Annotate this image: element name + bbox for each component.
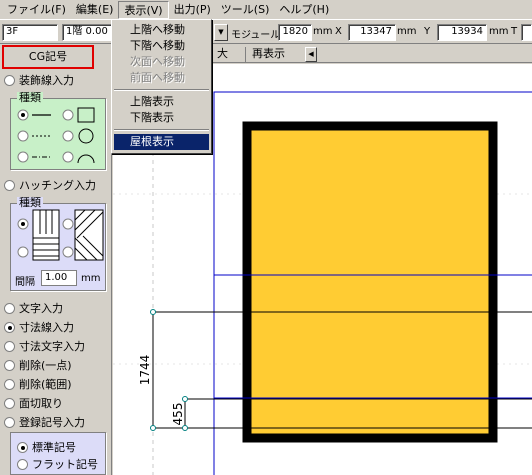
option-label: 登録記号入力	[19, 416, 85, 429]
hatch-pattern-3-radio[interactable]	[17, 246, 29, 258]
menu-view[interactable]: 表示(V)	[118, 0, 169, 19]
menu-item-show-lower-floor[interactable]: 下階表示	[114, 110, 209, 126]
menu-tools[interactable]: ツール(S)	[216, 1, 275, 19]
interval-value: 1.00	[45, 272, 68, 283]
room-rectangle[interactable]	[242, 121, 498, 443]
menu-output[interactable]: 出力(P)	[169, 1, 216, 19]
option-label: 寸法線入力	[19, 321, 74, 334]
menu-separator	[114, 129, 209, 131]
face-cut-option[interactable]: 面切取り	[4, 395, 63, 411]
menu-item-show-upper-floor[interactable]: 上階表示	[114, 94, 209, 110]
module-field[interactable]: 1820	[278, 24, 312, 41]
hatch-type-options	[17, 209, 104, 261]
radio-icon	[4, 179, 15, 191]
y-unit: mm	[489, 26, 509, 37]
tab-redraw[interactable]: 再表示	[245, 47, 291, 63]
view-menu-dropdown: 上階へ移動 下階へ移動 次面へ移動 前面へ移動 上階表示 下階表示 屋根表示	[111, 19, 212, 154]
menu-bar: ファイル(F) 編集(E) 表示(V) 出力(P) ツール(S) ヘルプ(H)	[0, 0, 532, 20]
decor-line-label: 装飾線入力	[19, 74, 74, 87]
tab-enlarge[interactable]: 大	[211, 47, 234, 63]
left-panel: CG記号 装飾線入力 種類 ハッチング入力 種類 間隔 1.00 mm 文字入力…	[0, 45, 112, 475]
y-label: Y	[424, 26, 431, 37]
hatch-pattern-4-radio[interactable]	[62, 246, 74, 258]
circle-radio[interactable]	[62, 128, 94, 144]
dashed-line-radio[interactable]	[17, 130, 51, 142]
radio-icon	[4, 397, 15, 409]
module-value: 1820	[282, 26, 308, 37]
x-value: 13347	[360, 26, 392, 37]
solid-line-radio[interactable]	[17, 109, 51, 121]
radio-icon	[4, 302, 15, 314]
x-label: X	[335, 26, 342, 37]
module-label: モジュール	[231, 30, 281, 41]
floor-value: 3F	[6, 26, 19, 37]
cg-symbol-button[interactable]: CG記号	[2, 45, 94, 69]
option-label: フラット記号	[32, 458, 98, 471]
radio-icon	[4, 340, 15, 352]
menu-separator	[114, 89, 209, 91]
toolbar: 3F 1階 0.00 ▼ モジュール 1820 mm X 13347 mm Y …	[0, 22, 532, 44]
dimension-handle[interactable]	[150, 425, 156, 431]
option-label: 削除(範囲)	[19, 378, 72, 391]
option-label: 文字入力	[19, 302, 63, 315]
floor-sub-value: 1階 0.00	[66, 26, 108, 37]
registered-symbol-option[interactable]: 登録記号入力	[4, 414, 85, 430]
dimension-line-option[interactable]: 寸法線入力	[4, 319, 74, 335]
dimension-handle[interactable]	[150, 309, 156, 315]
radio-icon	[17, 458, 28, 470]
t-label: T	[511, 26, 518, 37]
option-label: 寸法文字入力	[19, 340, 85, 353]
radio-icon	[4, 74, 15, 86]
dimension-text-option[interactable]: 寸法文字入力	[4, 338, 85, 354]
menu-item-next-face[interactable]: 次面へ移動	[114, 54, 209, 70]
module-unit: mm	[313, 26, 333, 37]
symbol-type-group: 標準記号 フラット記号	[10, 432, 106, 475]
menu-item-show-roof[interactable]: 屋根表示	[114, 134, 209, 150]
line-type-options	[17, 107, 95, 164]
radio-icon	[17, 441, 28, 453]
menu-item-prev-face[interactable]: 前面へ移動	[114, 70, 209, 86]
dimension-text-long[interactable]: 1744	[138, 355, 152, 386]
radio-icon	[4, 359, 15, 371]
menu-help[interactable]: ヘルプ(H)	[274, 1, 334, 19]
hatch-type-group: 種類 間隔 1.00 mm	[10, 197, 106, 291]
menu-edit[interactable]: 編集(E)	[71, 1, 119, 19]
option-label: 削除(一点)	[19, 359, 72, 372]
delete-range-option[interactable]: 削除(範囲)	[4, 376, 72, 392]
menu-item-move-lower-floor[interactable]: 下階へ移動	[114, 38, 209, 54]
y-coordinate-field[interactable]: 13934	[437, 24, 487, 41]
square-radio[interactable]	[62, 107, 95, 123]
x-unit: mm	[397, 26, 417, 37]
x-coordinate-field[interactable]: 13347	[348, 24, 396, 41]
delete-point-option[interactable]: 削除(一点)	[4, 357, 72, 373]
interval-unit: mm	[81, 273, 101, 284]
interval-field[interactable]: 1.00	[41, 270, 77, 286]
flat-symbol-option[interactable]: フラット記号	[17, 456, 98, 472]
floor-sub-field[interactable]: 1階 0.00	[62, 24, 116, 41]
dash-dot-line-radio[interactable]	[17, 151, 51, 163]
option-label: 面切取り	[19, 397, 63, 410]
radio-icon	[4, 378, 15, 390]
text-input-option[interactable]: 文字入力	[4, 300, 63, 316]
radio-icon	[4, 416, 15, 428]
hatching-label: ハッチング入力	[19, 179, 96, 192]
y-value: 13934	[451, 26, 483, 37]
line-type-group: 種類	[10, 92, 106, 170]
arc-radio[interactable]	[62, 151, 95, 164]
radio-icon	[4, 321, 15, 333]
option-label: 標準記号	[32, 441, 76, 454]
scroll-left-icon[interactable]: ◀	[305, 47, 317, 62]
t-field[interactable]	[521, 24, 532, 41]
menu-file[interactable]: ファイル(F)	[2, 1, 71, 19]
interval-label: 間隔	[15, 277, 35, 288]
dimension-text-short[interactable]: 455	[171, 403, 185, 426]
dimension-handle[interactable]	[182, 396, 188, 402]
decor-line-option[interactable]: 装飾線入力	[4, 72, 74, 88]
menu-item-move-upper-floor[interactable]: 上階へ移動	[114, 22, 209, 38]
floor-select[interactable]: 3F	[2, 24, 58, 41]
standard-symbol-option[interactable]: 標準記号	[17, 439, 76, 455]
dropdown-arrow-icon[interactable]: ▼	[214, 24, 228, 41]
hatching-option[interactable]: ハッチング入力	[4, 177, 96, 193]
